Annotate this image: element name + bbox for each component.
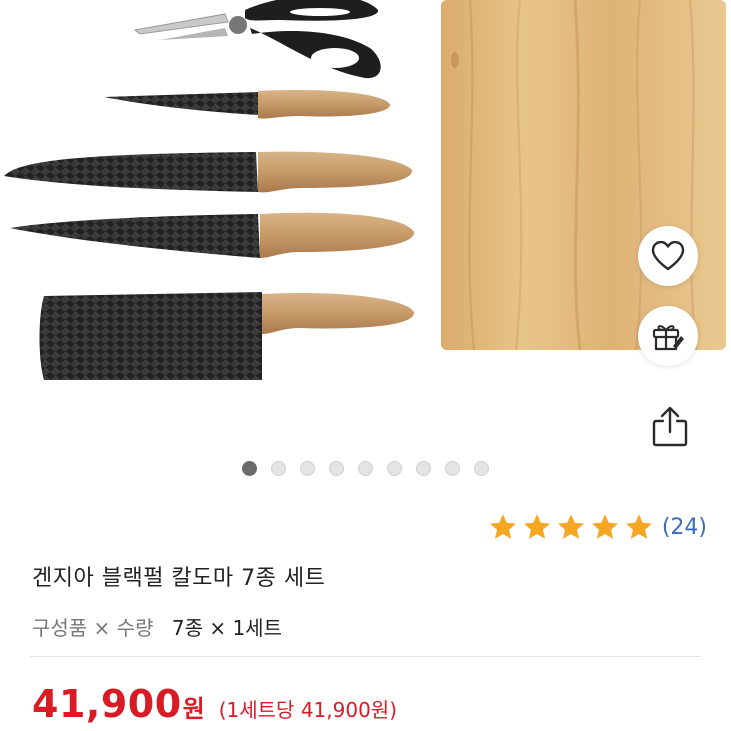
- product-image: [4, 0, 726, 380]
- gallery-dot[interactable]: [271, 461, 286, 476]
- paring-knife-image: [104, 90, 391, 119]
- price-row: 41,900 원 (1세트당 41,900원): [32, 682, 397, 726]
- star-rating: [488, 512, 654, 542]
- gallery-dot[interactable]: [358, 461, 373, 476]
- product-title: 겐지아 블랙펄 칼도마 7종 세트: [32, 566, 326, 591]
- star-icon: [557, 514, 584, 539]
- gallery-dot[interactable]: [445, 461, 460, 476]
- star-icon: [523, 514, 550, 539]
- star-icon: [489, 514, 516, 539]
- scissors-image: [133, 0, 381, 79]
- option-value: 7종 × 1세트: [171, 616, 282, 640]
- product-image-gallery[interactable]: [0, 0, 731, 455]
- option-label: 구성품 × 수량: [32, 616, 154, 640]
- cleaver-knife-image: [39, 292, 415, 380]
- share-icon: [652, 406, 688, 447]
- cutting-board-image: [441, 0, 726, 351]
- sale-price: 41,900: [32, 682, 182, 726]
- review-count-link[interactable]: (24): [662, 515, 707, 540]
- star-icon: [591, 514, 618, 539]
- selected-option: 구성품 × 수량 7종 × 1세트: [32, 612, 282, 641]
- rating-summary[interactable]: (24): [488, 512, 707, 542]
- heart-icon: [651, 241, 685, 271]
- gallery-pagination: [0, 461, 731, 476]
- chef-knife-image: [10, 212, 415, 258]
- bread-knife-image: [4, 151, 413, 193]
- divider: [30, 656, 701, 657]
- share-button[interactable]: [640, 396, 700, 455]
- gift-icon: [652, 325, 684, 351]
- gallery-dot[interactable]: [416, 461, 431, 476]
- gallery-dot[interactable]: [300, 461, 315, 476]
- gallery-dot[interactable]: [474, 461, 489, 476]
- gallery-dot[interactable]: [242, 461, 257, 476]
- gallery-dot[interactable]: [387, 461, 402, 476]
- gift-button[interactable]: [638, 306, 698, 366]
- price-currency: 원: [182, 695, 205, 723]
- wishlist-button[interactable]: [638, 226, 698, 286]
- gallery-dot[interactable]: [329, 461, 344, 476]
- star-icon: [625, 514, 652, 539]
- unit-price: (1세트당 41,900원): [218, 698, 398, 722]
